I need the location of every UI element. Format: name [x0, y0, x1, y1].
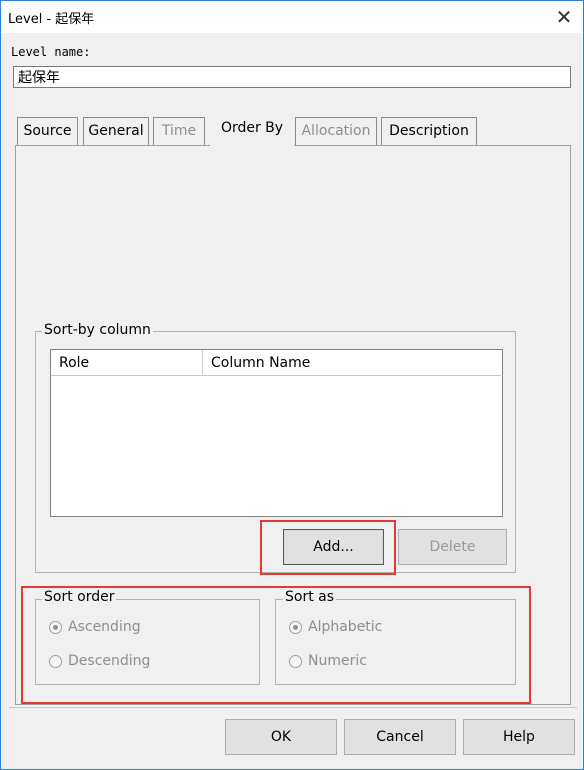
tab-time-label: Time	[161, 123, 197, 139]
level-name-input[interactable]	[13, 66, 571, 88]
column-header-role[interactable]: Role	[51, 350, 203, 376]
tab-source-label: Source	[23, 123, 72, 139]
tab-description-label: Description	[389, 123, 469, 139]
close-icon[interactable]: ✕	[549, 3, 579, 31]
ok-button[interactable]: OK	[225, 719, 337, 755]
highlight-add-button	[260, 520, 396, 575]
dialog-window: Level - 起保年 ✕ Level name: Source General…	[0, 0, 584, 770]
help-button[interactable]: Help	[463, 719, 575, 755]
tab-description[interactable]: Description	[381, 117, 477, 145]
tab-order-by[interactable]: Order By	[210, 115, 294, 147]
title-bar[interactable]: Level - 起保年 ✕	[1, 1, 583, 33]
tab-time[interactable]: Time	[153, 117, 205, 145]
tab-source[interactable]: Source	[17, 117, 78, 145]
level-name-label: Level name:	[11, 45, 91, 59]
column-header-column-name[interactable]: Column Name	[203, 350, 501, 376]
footer-divider	[9, 707, 577, 708]
sort-by-column-list[interactable]: Role Column Name	[50, 349, 503, 517]
delete-button[interactable]: Delete	[398, 529, 507, 565]
tab-allocation[interactable]: Allocation	[295, 117, 377, 145]
tab-general[interactable]: General	[83, 117, 149, 145]
window-title: Level - 起保年	[8, 12, 95, 27]
highlight-sort-options	[21, 586, 531, 704]
cancel-button[interactable]: Cancel	[344, 719, 456, 755]
tab-order-by-label: Order By	[220, 120, 284, 136]
tab-general-label: General	[88, 123, 144, 139]
sort-by-column-legend: Sort-by column	[42, 322, 153, 338]
tab-allocation-label: Allocation	[301, 123, 371, 139]
